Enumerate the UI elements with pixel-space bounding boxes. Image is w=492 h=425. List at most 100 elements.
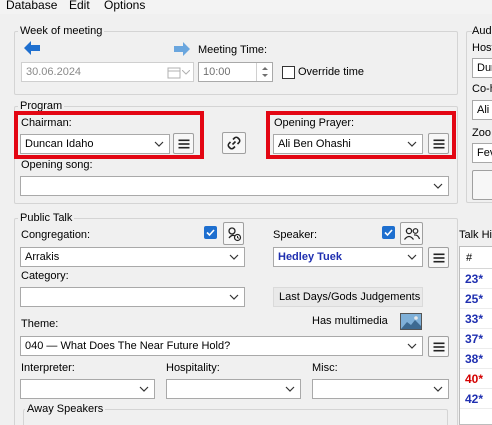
override-time-checkbox[interactable] xyxy=(282,66,295,79)
opening-song-combo[interactable] xyxy=(20,176,449,196)
chairman-value: Duncan Idaho xyxy=(25,138,94,150)
zoom-label: Zoo xyxy=(472,127,491,139)
talk-history-title: Talk His xyxy=(459,229,492,241)
host-combo[interactable]: Dun xyxy=(472,58,492,78)
speaker-value: Hedley Tuek xyxy=(278,251,342,263)
opening-prayer-value: Ali Ben Ohashi xyxy=(278,138,351,150)
congregation-details-button[interactable] xyxy=(223,222,244,245)
speaker-label: Speaker: xyxy=(273,229,318,241)
congregation-value: Arrakis xyxy=(25,251,60,263)
cohost-value: Ali xyxy=(477,104,490,116)
checkmark-icon xyxy=(384,229,393,237)
theme-list-button[interactable] xyxy=(428,336,449,357)
chevron-down-icon xyxy=(154,141,164,147)
cohost-combo[interactable]: Ali xyxy=(472,100,492,120)
zoom-value: Fev xyxy=(477,147,492,159)
meeting-time-value: 10:00 xyxy=(203,66,231,78)
misc-combo[interactable] xyxy=(312,379,449,399)
previous-week-button[interactable] xyxy=(22,39,42,57)
has-multimedia-label: Has multimedia xyxy=(312,315,388,327)
misc-label: Misc: xyxy=(312,362,338,374)
arrow-right-icon xyxy=(174,42,190,56)
category-combo[interactable] xyxy=(20,287,245,307)
meeting-time-label: Meeting Time: xyxy=(198,44,268,56)
chevron-down-icon xyxy=(229,254,239,260)
congregation-label: Congregation: xyxy=(21,229,91,241)
talk-history-row[interactable]: 33* xyxy=(460,309,492,329)
opening-prayer-combo[interactable]: Ali Ben Ohashi xyxy=(273,134,423,154)
next-week-button[interactable] xyxy=(172,40,192,58)
talk-history-row[interactable]: 25* xyxy=(460,289,492,309)
multimedia-icon[interactable] xyxy=(400,313,422,330)
talk-history-value: 42* xyxy=(465,392,484,406)
menu-edit[interactable]: Edit xyxy=(69,0,90,12)
congregation-checkbox[interactable] xyxy=(204,226,217,239)
menu-bar: Database Edit Options xyxy=(0,0,492,14)
list-icon xyxy=(178,139,189,148)
talk-history-row[interactable]: 37* xyxy=(460,329,492,349)
menu-database[interactable]: Database xyxy=(6,0,57,12)
chevron-down-icon xyxy=(229,294,239,300)
chevron-down-icon xyxy=(407,141,417,147)
audio-action-button[interactable] xyxy=(472,170,492,200)
meeting-date-picker[interactable]: 30.06.2024 xyxy=(21,62,194,82)
chevron-down-icon xyxy=(433,386,443,392)
arrow-left-icon xyxy=(24,41,40,55)
image-icon xyxy=(401,314,421,329)
congregation-combo[interactable]: Arrakis xyxy=(20,247,245,267)
chairman-combo[interactable]: Duncan Idaho xyxy=(20,134,170,154)
host-value: Dun xyxy=(477,62,492,74)
talk-category-text: Last Days/Gods Judgements xyxy=(279,291,421,303)
talk-history-header-label: # xyxy=(466,252,473,264)
chevron-down-icon xyxy=(139,386,149,392)
calendar-icon[interactable] xyxy=(167,66,181,79)
hospitality-label: Hospitality: xyxy=(166,362,220,374)
list-icon xyxy=(433,139,444,148)
away-speakers-title: Away Speakers xyxy=(25,403,106,415)
chairman-list-button[interactable] xyxy=(173,133,194,154)
zoom-combo[interactable]: Fev xyxy=(472,143,492,163)
cohost-label: Co-h xyxy=(472,83,492,95)
speaker-details-button[interactable] xyxy=(400,222,423,245)
location-pin-icon xyxy=(227,226,241,241)
talk-category-chip: Last Days/Gods Judgements xyxy=(273,287,423,307)
opening-prayer-label: Opening Prayer: xyxy=(274,117,355,129)
talk-history-header[interactable]: # xyxy=(460,247,492,269)
meeting-date-value: 30.06.2024 xyxy=(26,66,82,78)
chevron-down-icon xyxy=(407,343,417,349)
speaker-list-button[interactable] xyxy=(428,247,449,268)
category-label: Category: xyxy=(21,270,69,282)
talk-history-value: 40* xyxy=(465,372,484,386)
chairman-label: Chairman: xyxy=(21,117,72,129)
chevron-down-icon xyxy=(407,254,417,260)
week-group-title: Week of meeting xyxy=(18,25,105,37)
talk-history-row[interactable]: 23* xyxy=(460,269,492,289)
audio-group-title: Aud xyxy=(472,25,492,37)
link-icon xyxy=(227,136,241,150)
theme-label: Theme: xyxy=(21,318,59,330)
talk-history-row[interactable]: 42* xyxy=(460,389,492,409)
opening-song-label: Opening song: xyxy=(21,159,93,171)
talk-history-value: 37* xyxy=(465,332,484,346)
hospitality-combo[interactable] xyxy=(166,379,301,399)
host-label: Host xyxy=(472,42,492,54)
public-talk-group-title: Public Talk xyxy=(18,212,75,224)
opening-prayer-list-button[interactable] xyxy=(428,133,449,154)
talk-history-row[interactable]: 40* xyxy=(460,369,492,389)
spinner-arrows-icon xyxy=(262,67,268,77)
interpreter-combo[interactable] xyxy=(20,379,155,399)
theme-combo[interactable]: 040 — What Does The Near Future Hold? xyxy=(20,336,423,356)
talk-history-table[interactable]: # 23* 25* 33* 37* 38* 40* 42* xyxy=(459,246,492,425)
talk-history-row[interactable]: 38* xyxy=(460,349,492,369)
talk-history-value: 38* xyxy=(465,352,484,366)
list-icon xyxy=(433,342,444,351)
theme-value: 040 — What Does The Near Future Hold? xyxy=(25,340,231,352)
meeting-time-input[interactable]: 10:00 xyxy=(198,62,273,82)
time-spinner[interactable] xyxy=(256,63,272,81)
speaker-checkbox[interactable] xyxy=(382,226,395,239)
menu-options[interactable]: Options xyxy=(104,0,145,12)
talk-history-value: 23* xyxy=(465,272,484,286)
link-button[interactable] xyxy=(222,132,246,154)
speaker-combo[interactable]: Hedley Tuek xyxy=(273,247,423,267)
chevron-down-icon xyxy=(182,70,190,75)
